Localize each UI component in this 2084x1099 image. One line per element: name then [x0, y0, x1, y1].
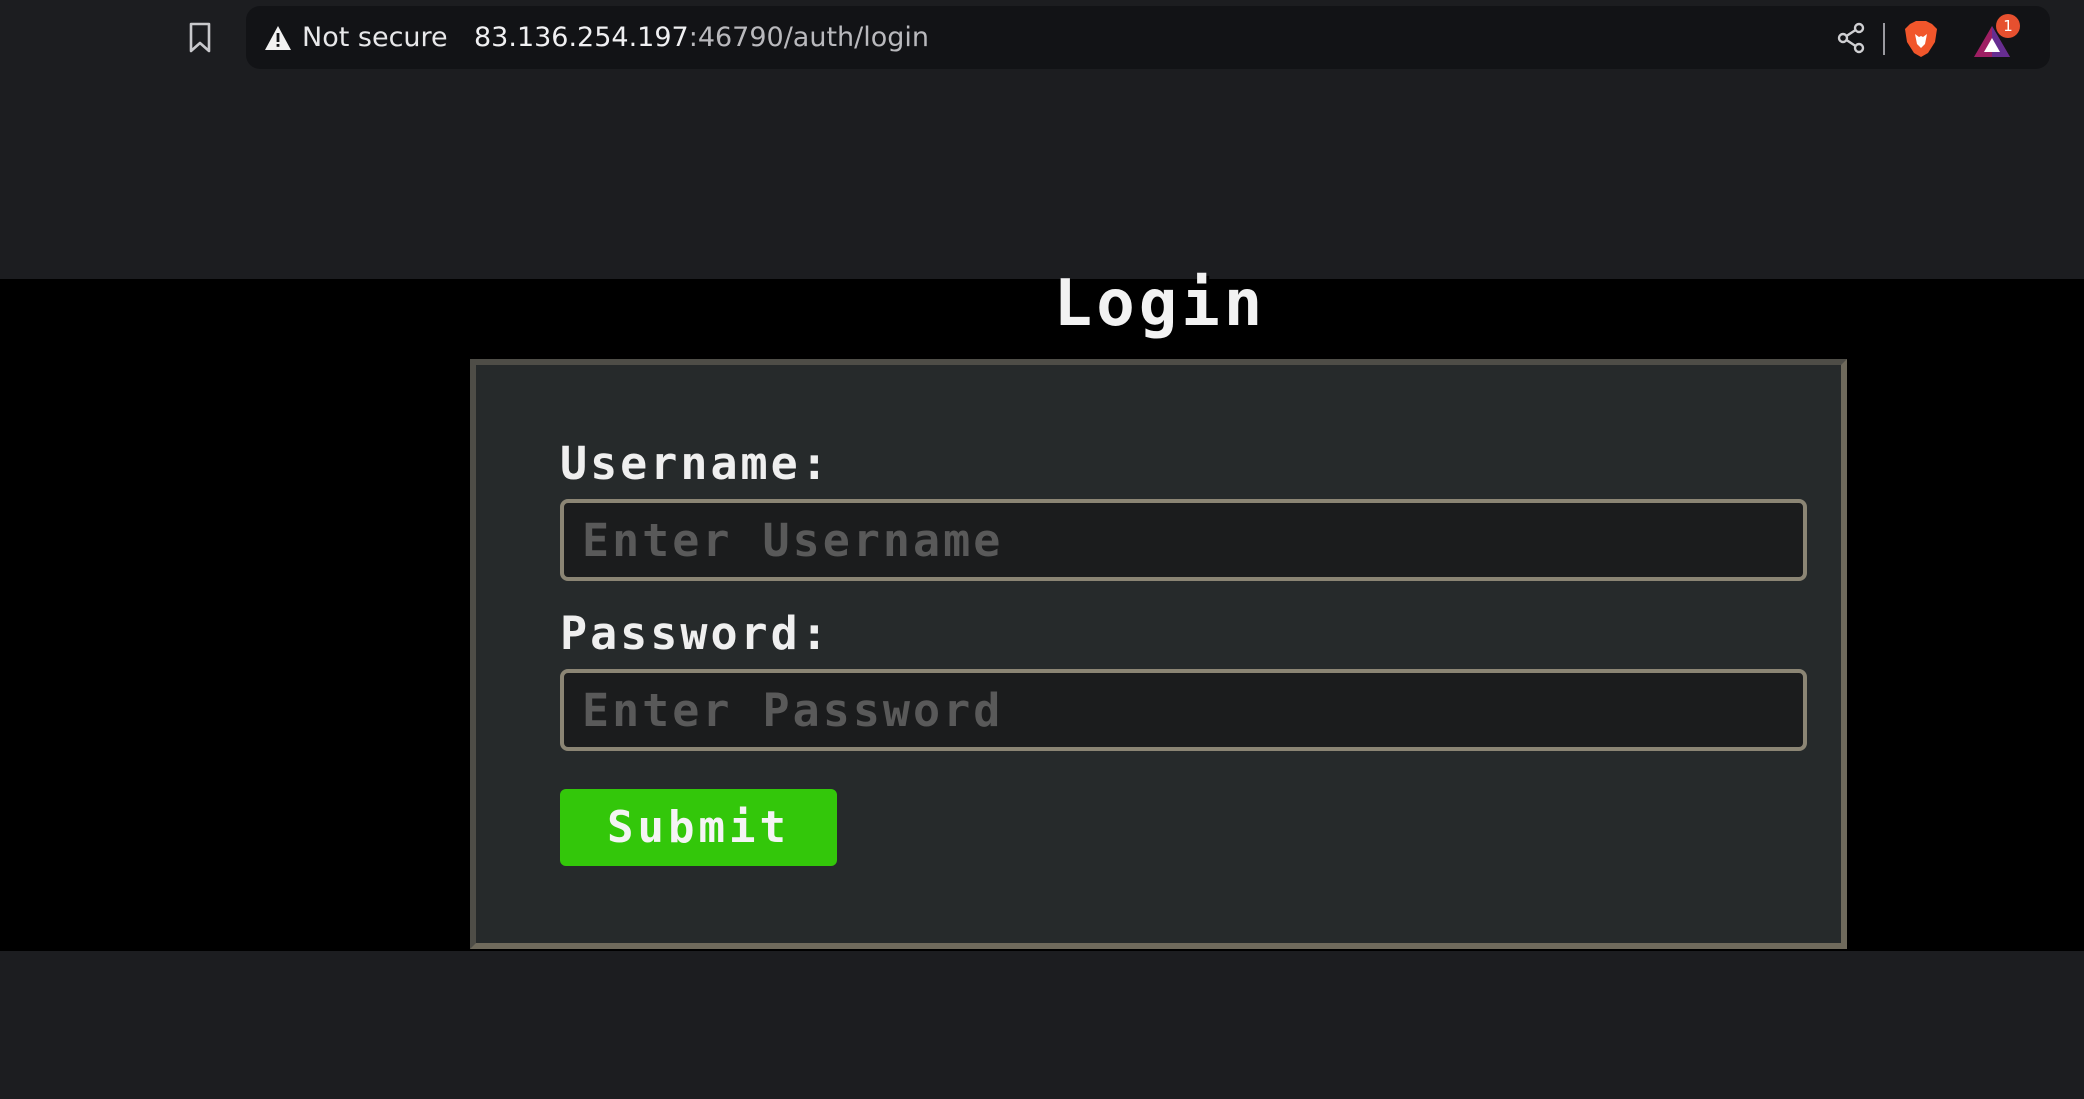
- submit-button[interactable]: Submit: [560, 789, 837, 866]
- warning-icon: [265, 25, 291, 50]
- share-icon[interactable]: [1836, 22, 1866, 54]
- security-label: Not secure: [302, 22, 448, 53]
- bookmark-icon: [189, 22, 211, 53]
- brave-lion-icon[interactable]: [1904, 20, 1938, 58]
- username-input[interactable]: [560, 499, 1807, 581]
- bookmark-button[interactable]: [186, 20, 214, 56]
- password-label: Password:: [560, 607, 831, 660]
- notification-badge: 1: [1996, 14, 2020, 38]
- username-label: Username:: [560, 437, 831, 490]
- address-bar[interactable]: Not secure 83.136.254.197:46790/auth/log…: [246, 6, 2050, 69]
- page-content: Login Username: Password: Submit: [0, 267, 2084, 951]
- toolbar-divider: [1883, 23, 1885, 55]
- url-path: :46790/auth/login: [688, 22, 930, 53]
- login-form: Username: Password: Submit: [470, 359, 1847, 949]
- password-input[interactable]: [560, 669, 1807, 751]
- security-indicator[interactable]: Not secure: [264, 6, 448, 69]
- page-title: Login: [1053, 267, 1267, 341]
- url-text[interactable]: 83.136.254.197:46790/auth/login: [474, 6, 929, 69]
- url-host: 83.136.254.197: [474, 22, 689, 53]
